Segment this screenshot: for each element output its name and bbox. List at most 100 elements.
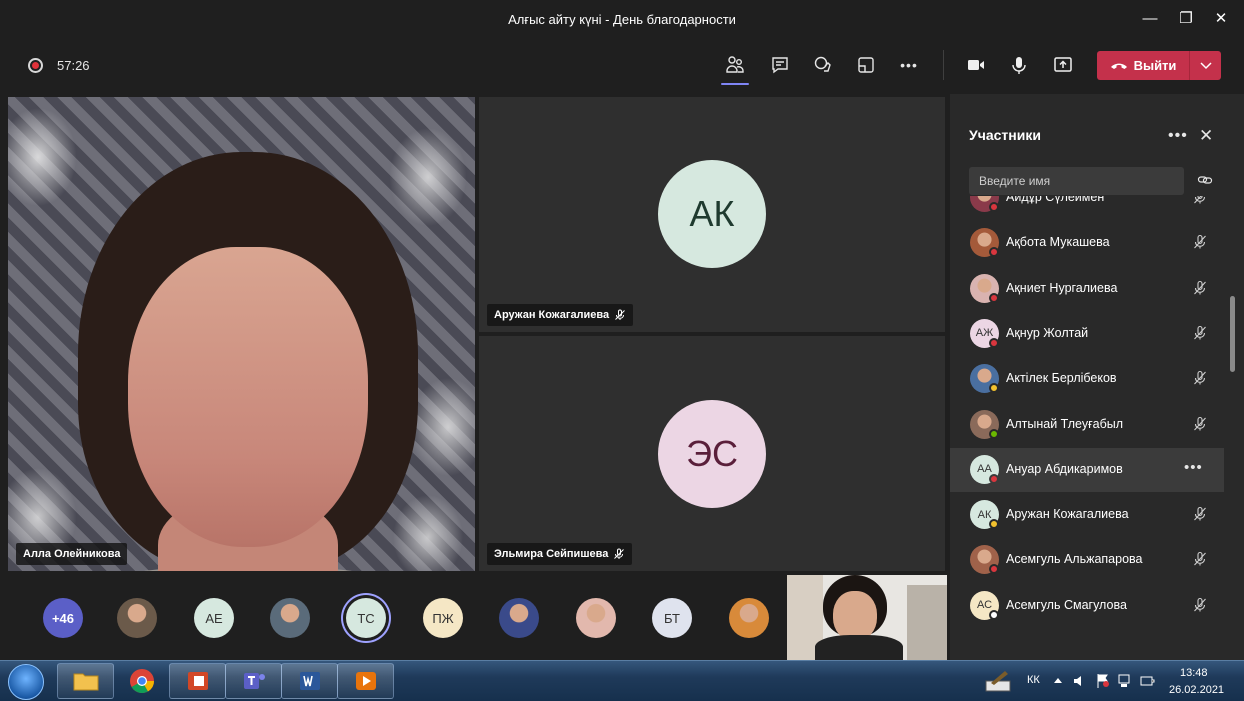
avatar-initials: АЖ (975, 327, 994, 340)
participant-row[interactable]: Алтынай Тлеуғабыл (950, 403, 1224, 447)
panel-scrollbar-thumb[interactable] (1230, 296, 1235, 372)
powerpoint-icon (187, 672, 208, 690)
folder-icon (73, 673, 98, 691)
start-button[interactable] (8, 664, 44, 700)
taskbar-powerpoint[interactable] (169, 663, 226, 699)
taskbar-chrome[interactable] (113, 663, 170, 699)
action-center-flag-icon[interactable] (1096, 673, 1110, 689)
participant-initials-avatar[interactable]: АЕ (194, 598, 234, 638)
close-window-button[interactable]: ✕ (1209, 8, 1233, 30)
presence-status-icon (989, 428, 999, 439)
participant-initials-avatar[interactable]: ТС (346, 598, 386, 638)
hang-up-icon (1110, 63, 1127, 69)
participant-row[interactable]: Актілек Берлібеков (950, 357, 1224, 401)
meeting-timer: 57:26 (57, 58, 90, 73)
participant-name: Актілек Берлібеков (1006, 371, 1117, 386)
speaker-name-label: Алла Олейникова (16, 543, 128, 565)
share-screen-button[interactable] (1048, 52, 1078, 78)
windows-taskbar: КК 13:48 26.02.2021 (0, 660, 1244, 701)
avatar-initials: ТС (357, 610, 375, 626)
room-shelf (907, 585, 947, 660)
participant-row[interactable]: Асемгуль Альжапарова (950, 538, 1224, 582)
taskbar-word[interactable] (281, 663, 338, 699)
mic-off-icon[interactable] (1192, 234, 1208, 255)
camera-button[interactable] (961, 52, 991, 78)
participant-photo-avatar (970, 409, 999, 439)
participant-row[interactable]: Ақниет Нургалиева (950, 267, 1224, 311)
avatar-initials: АЕ (205, 610, 223, 626)
network-icon[interactable] (1117, 673, 1131, 689)
participant-photo-avatar[interactable] (499, 598, 539, 638)
share-link-icon[interactable] (1197, 172, 1213, 188)
video-tile-3[interactable]: ЭС Эльмира Сейпишева (479, 336, 945, 571)
presence-status-icon (989, 383, 999, 394)
participant-search-input[interactable] (969, 167, 1184, 195)
volume-icon[interactable] (1072, 674, 1086, 688)
presence-status-icon (989, 564, 999, 575)
mic-off-icon[interactable] (1192, 416, 1208, 437)
video-tile-2[interactable]: АК Аружан Кожагалиева (479, 97, 945, 332)
mic-off-icon[interactable] (1192, 551, 1208, 572)
participant-row[interactable]: Айдұр Сүлеимен (950, 196, 1224, 220)
chevron-down-icon (1199, 61, 1212, 69)
participant-label: Аружан Кожагалиева (487, 304, 634, 326)
participant-initials-avatar[interactable]: БТ (652, 598, 692, 638)
participant-name: Ақниет Нургалиева (1006, 280, 1118, 295)
handwriting-panel-icon[interactable] (985, 669, 1013, 693)
mic-off-icon[interactable] (1192, 370, 1208, 391)
participant-name: Алтынай Тлеуғабыл (1006, 416, 1124, 431)
microphone-button[interactable] (1004, 52, 1034, 78)
tray-arrow-icon[interactable] (1053, 676, 1063, 684)
participant-name: Асемгуль Альжапарова (1006, 552, 1143, 567)
participant-photo-avatar[interactable] (729, 598, 769, 638)
mic-off-icon[interactable] (1192, 597, 1208, 618)
mic-off-icon (614, 548, 625, 559)
power-icon[interactable] (1139, 673, 1155, 689)
participants-panel: Участники ••• ✕ Айдұр Сүлеимен Ақбота Мук… (950, 94, 1244, 660)
panel-close-button[interactable]: ✕ (1199, 126, 1213, 146)
mic-off-icon[interactable] (1192, 280, 1208, 301)
participant-photo-avatar[interactable] (576, 598, 616, 638)
overflow-participants-button[interactable]: +46 (43, 598, 83, 638)
participant-row[interactable]: Ақбота Мукашева (950, 221, 1224, 265)
self-video-tile (787, 575, 947, 660)
title-bar: Алғыс айту күні - День благодарности — ❐… (0, 0, 1244, 38)
panel-title: Участники (969, 127, 1041, 143)
leave-button[interactable]: Выйти (1097, 51, 1221, 80)
participant-row[interactable]: АА Ануар Абдикаримов ••• (950, 447, 1224, 492)
presence-status-icon (989, 202, 999, 212)
taskbar-explorer[interactable] (57, 663, 114, 699)
toolbar-divider (943, 50, 944, 80)
mic-off-icon[interactable] (1192, 325, 1208, 346)
mic-off-icon[interactable] (1192, 196, 1208, 210)
participant-photo-avatar[interactable] (270, 598, 310, 638)
participant-label: Эльмира Сейпишева (487, 543, 633, 565)
chat-button[interactable] (765, 52, 795, 78)
language-indicator[interactable]: КК (1027, 674, 1040, 686)
breakout-rooms-button[interactable] (851, 52, 881, 78)
active-tab-indicator (721, 83, 749, 85)
participant-more-button[interactable]: ••• (1184, 459, 1203, 476)
taskbar-teams[interactable] (225, 663, 282, 699)
participant-row[interactable]: АС Асемгуль Смагулова (950, 584, 1224, 628)
taskbar-media[interactable] (337, 663, 394, 699)
panel-scrollbar[interactable] (1230, 94, 1244, 660)
more-actions-button[interactable]: ••• (894, 52, 924, 78)
clock-time[interactable]: 13:48 (1180, 667, 1208, 679)
leave-options-button[interactable] (1189, 51, 1221, 80)
leave-main[interactable]: Выйти (1097, 51, 1189, 80)
leave-label: Выйти (1133, 58, 1177, 73)
minimize-button[interactable]: — (1138, 8, 1162, 30)
participant-name: Ақнур Жолтай (1006, 325, 1089, 340)
reactions-button[interactable] (808, 52, 838, 78)
participant-photo-avatar[interactable] (117, 598, 157, 638)
mic-off-icon[interactable] (1192, 506, 1208, 527)
maximize-button[interactable]: ❐ (1174, 8, 1198, 30)
clock-date[interactable]: 26.02.2021 (1169, 684, 1224, 696)
participant-initials-avatar[interactable]: ПЖ (423, 598, 463, 638)
panel-more-button[interactable]: ••• (1168, 127, 1188, 145)
participant-row[interactable]: АК Аружан Кожагалиева (950, 493, 1224, 537)
video-tile-main[interactable]: Алла Олейникова (8, 97, 475, 571)
participant-row[interactable]: АЖ Ақнур Жолтай (950, 312, 1224, 356)
participants-button[interactable] (720, 52, 750, 78)
